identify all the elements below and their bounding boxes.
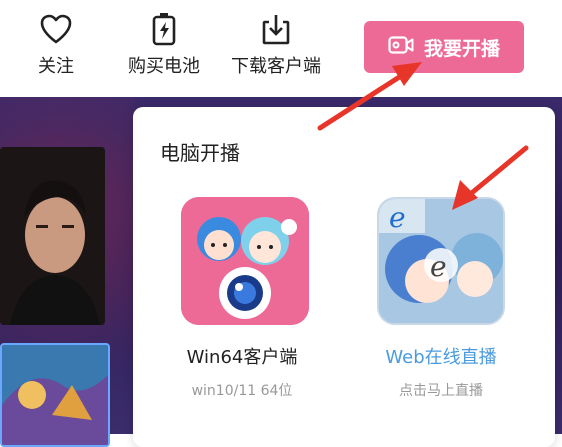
arrow-to-web-live-app: [452, 145, 529, 210]
annotation-arrows: [317, 62, 529, 210]
arrow-to-go-live-button: [317, 62, 422, 131]
